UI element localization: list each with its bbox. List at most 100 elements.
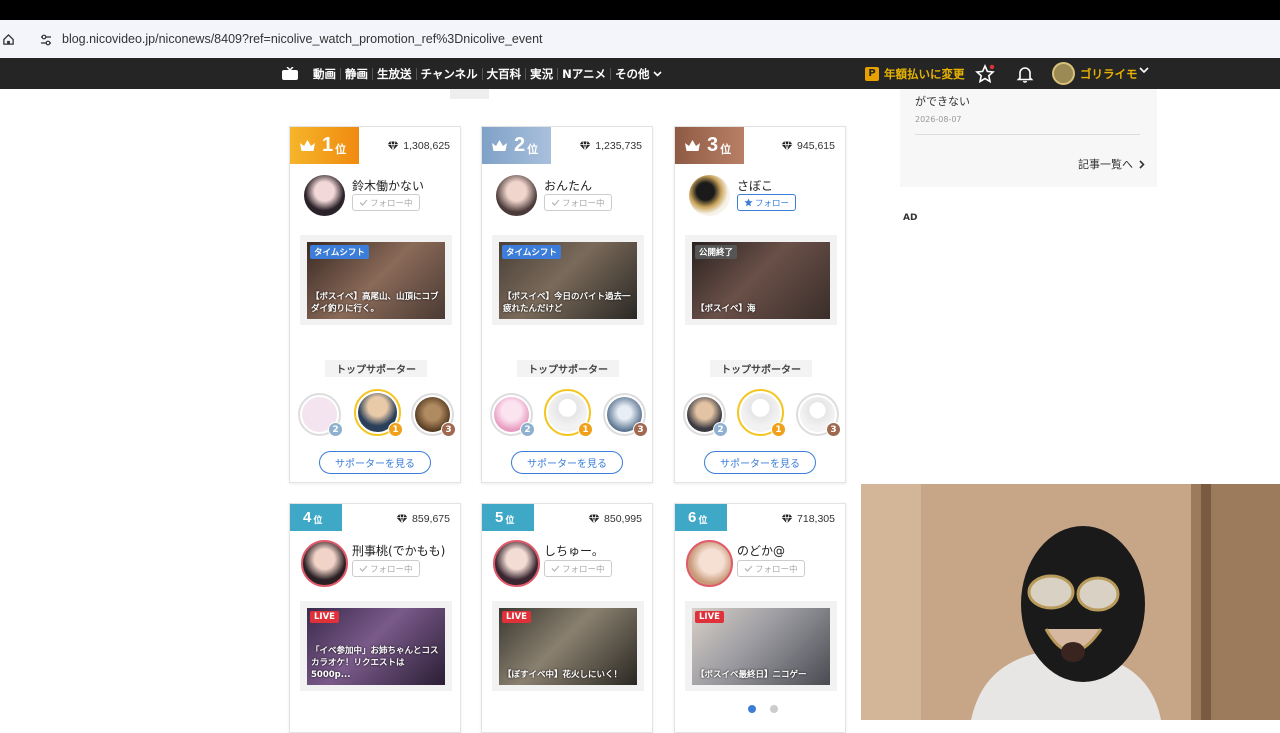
supporter-avatar[interactable]: 3 [603,393,648,437]
follow-button[interactable]: フォロー中 [544,560,612,577]
nav-item-jikkyo[interactable]: 実況 [526,67,559,80]
user-menu-chevron-icon[interactable] [1139,67,1149,74]
points: 945,615 [781,140,835,152]
see-supporters-button[interactable]: サポーターを見る [704,451,816,474]
rank-number: 2 [514,134,526,156]
follow-label: フォロー中 [370,564,413,575]
supporter-avatar[interactable]: 1 [737,389,786,437]
live-badge: LIVE [695,611,724,623]
streamer-avatar[interactable] [689,175,730,216]
home-icon[interactable] [1,32,15,46]
program-thumbnail[interactable]: LIVE 「イベ参加中」お姉ちゃんとコスカラオケ！リクエストは5000p... [307,608,445,685]
article-list-link[interactable]: 記事一覧へ [1078,156,1145,172]
follow-label: フォロー中 [370,198,413,209]
carousel-dots [748,705,778,713]
follow-button[interactable]: フォロー [737,194,797,211]
top-supporter-label: トップサポーター [517,360,619,377]
program-thumbnail-box: 公開終了 【ボスイベ】海 [685,235,837,325]
check-icon [551,565,560,572]
supporter-rank: 2 [520,422,535,437]
rank-number: 6 [688,509,697,526]
see-supporters-button[interactable]: サポーターを見る [319,451,431,474]
gem-icon [781,514,793,524]
carousel-dot[interactable] [748,705,756,713]
nav-item-channel[interactable]: チャンネル [417,67,483,80]
streamer-avatar[interactable] [493,540,540,587]
streamer-avatar[interactable] [686,540,733,587]
site-settings-icon[interactable] [39,32,53,46]
follow-button[interactable]: フォロー中 [544,194,612,211]
supporter-rank: 2 [713,422,728,437]
program-thumbnail[interactable]: タイムシフト 【ボスイベ】今日のバイト過去一疲れたんだけど [499,242,637,319]
carousel-dot[interactable] [770,705,778,713]
supporter-rank: 1 [771,422,786,437]
nav-item-seiga[interactable]: 静画 [341,67,373,80]
program-thumbnail[interactable]: 公開終了 【ボスイベ】海 [692,242,830,319]
program-thumbnail[interactable]: タイムシフト 【ボスイベ】高尾山、山頂にコブダイ釣りに行く。 [307,242,445,319]
supporter-rank: 1 [388,422,403,437]
points-value: 859,675 [412,513,450,525]
nav-item-anime[interactable]: Nアニメ [558,67,612,80]
user-name[interactable]: ゴリライモ [1080,66,1138,82]
gem-icon [579,141,591,151]
follow-label: フォロー中 [562,564,605,575]
user-avatar[interactable] [1052,62,1075,85]
premium-link[interactable]: P 年額払いに変更 [865,58,965,89]
address-bar: blog.nicovideo.jp/niconews/8409?ref=nico… [0,20,1280,58]
program-thumbnail[interactable]: LIVE 【ぼすイベ中】花火しにいく！ [499,608,637,685]
streamer-name[interactable]: さぼこ [737,177,773,194]
supporter-avatar[interactable]: 3 [411,393,456,437]
supporter-avatar[interactable]: 3 [796,393,841,437]
streamer-avatar[interactable] [496,175,537,216]
supporter-avatar[interactable]: 2 [490,393,535,437]
program-thumbnail-box: LIVE 【ボスイベ最終日】ニコゲー [685,601,837,691]
follow-button[interactable]: フォロー中 [352,194,420,211]
crown-icon [300,140,315,151]
program-title: 「イベ参加中」お姉ちゃんとコスカラオケ！リクエストは5000p... [311,646,439,680]
follow-button[interactable]: フォロー中 [352,560,420,577]
points: 1,308,625 [387,140,450,152]
supporter-rank: 1 [578,422,593,437]
rank-number: 3 [707,134,719,156]
program-thumbnail[interactable]: LIVE 【ボスイベ最終日】ニコゲー [692,608,830,685]
nav-item-more[interactable]: その他 [611,68,666,80]
niconico-tv-icon[interactable] [282,67,298,80]
program-title: 【ぼすイベ中】花火しにいく！ [503,670,623,680]
supporter-rank: 3 [441,422,456,437]
streamer-avatar[interactable] [301,540,348,587]
rank-suffix: 位 [527,142,539,156]
streamer-avatar[interactable] [304,175,345,216]
supporter-avatar[interactable]: 1 [544,389,593,437]
streamer-name[interactable]: 刑事桃(でかもも) [352,542,445,559]
gem-icon [588,514,600,524]
star-icon[interactable] [975,64,995,84]
streamer-name[interactable]: 鈴木働かない [352,177,424,194]
bell-icon[interactable] [1015,64,1035,84]
follow-label: フォロー中 [562,198,605,209]
rank-suffix: 位 [720,142,732,156]
points-value: 850,995 [604,513,642,525]
streamer-name[interactable]: しちゅー。 [544,542,604,559]
streamer-name[interactable]: おんたん [544,177,592,194]
gem-icon [396,514,408,524]
article-list-label: 記事一覧へ [1078,158,1133,171]
nav-item-dic[interactable]: 大百科 [483,67,527,80]
see-supporters-button[interactable]: サポーターを見る [511,451,623,474]
side-article-text[interactable]: ができない [915,93,970,109]
points-value: 1,308,625 [403,140,450,152]
streamer-name[interactable]: のどか@ [737,542,785,559]
nav-more-label: その他 [615,66,650,81]
top-supporter-label: トップサポーター [325,360,427,377]
ranking-card-5: 5 位 850,995 しちゅー。 フォロー中 LIVE 【ぼすイベ中】花火しに… [481,503,653,733]
program-thumbnail-box: LIVE 「イベ参加中」お姉ちゃんとコスカラオケ！リクエストは5000p... [300,601,452,691]
supporter-avatar[interactable]: 1 [354,389,403,437]
follow-button[interactable]: フォロー中 [737,560,805,577]
url-text[interactable]: blog.nicovideo.jp/niconews/8409?ref=nico… [62,32,543,46]
supporter-avatar[interactable]: 2 [683,393,728,437]
supporter-avatar[interactable]: 2 [298,393,343,437]
points-value: 718,305 [797,513,835,525]
nav-item-video[interactable]: 動画 [309,67,341,80]
ranking-card-6: 6 位 718,305 のどか@ フォロー中 LIVE 【ボスイベ最終日】ニコゲ… [674,503,846,733]
check-icon [551,199,560,206]
nav-item-live[interactable]: 生放送 [373,67,417,80]
